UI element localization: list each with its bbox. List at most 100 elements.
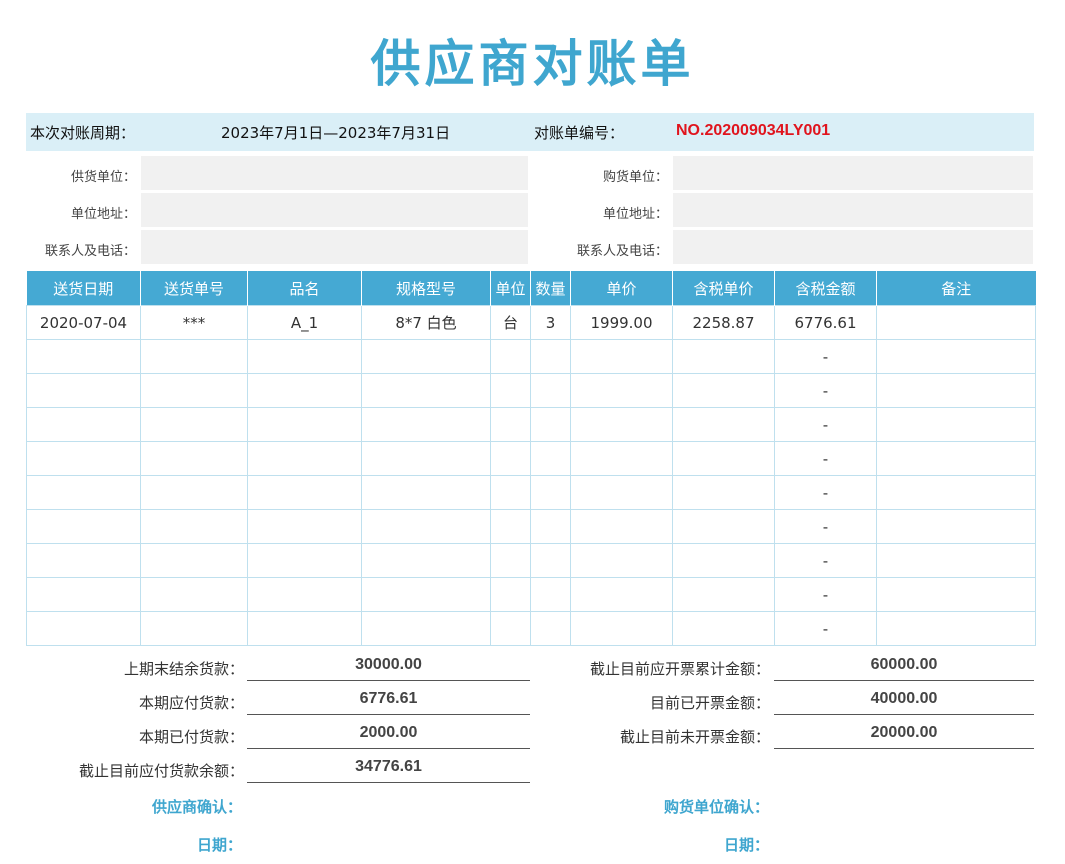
table-cell[interactable] [247,509,362,544]
buyer-address-field[interactable] [673,193,1033,227]
table-cell[interactable] [876,373,1036,408]
table-cell[interactable] [26,339,141,374]
table-cell[interactable] [876,441,1036,476]
table-cell[interactable] [247,611,362,646]
table-cell[interactable] [672,373,775,408]
table-cell[interactable] [361,611,491,646]
table-cell[interactable] [247,441,362,476]
table-cell[interactable]: - [774,373,877,408]
table-cell[interactable] [247,339,362,374]
table-cell[interactable] [26,577,141,612]
table-cell[interactable]: - [774,407,877,442]
table-cell[interactable] [530,407,571,442]
supplier-contact-field[interactable] [141,230,528,264]
table-cell[interactable] [672,441,775,476]
table-cell[interactable] [570,577,673,612]
table-cell[interactable] [570,611,673,646]
table-cell[interactable] [672,611,775,646]
table-cell[interactable]: A_1 [247,305,362,340]
table-cell[interactable] [876,611,1036,646]
table-cell[interactable] [876,543,1036,578]
buyer-unit-field[interactable] [673,156,1033,190]
table-cell[interactable] [361,543,491,578]
table-cell[interactable]: - [774,441,877,476]
table-cell[interactable]: 8*7 白色 [361,305,491,340]
table-cell[interactable] [672,509,775,544]
table-cell[interactable] [490,407,531,442]
table-cell[interactable]: 3 [530,305,571,340]
supplier-unit-field[interactable] [141,156,528,190]
invoice-total-value[interactable]: 60000.00 [774,648,1034,681]
table-cell[interactable] [876,305,1036,340]
table-cell[interactable]: 2020-07-04 [26,305,141,340]
table-cell[interactable] [26,611,141,646]
table-cell[interactable] [530,543,571,578]
table-cell[interactable] [26,509,141,544]
table-cell[interactable] [140,407,248,442]
table-cell[interactable] [530,339,571,374]
table-cell[interactable] [361,441,491,476]
table-cell[interactable]: - [774,611,877,646]
table-cell[interactable] [361,407,491,442]
uninvoiced-value[interactable]: 20000.00 [774,716,1034,749]
table-cell[interactable] [490,339,531,374]
table-cell[interactable] [490,441,531,476]
table-cell[interactable] [570,509,673,544]
table-cell[interactable] [530,577,571,612]
table-cell[interactable] [140,475,248,510]
table-cell[interactable]: - [774,543,877,578]
supplier-address-field[interactable] [141,193,528,227]
table-cell[interactable] [570,373,673,408]
table-cell[interactable] [140,373,248,408]
table-cell[interactable]: *** [140,305,248,340]
table-cell[interactable] [247,543,362,578]
table-cell[interactable] [570,475,673,510]
table-cell[interactable] [530,509,571,544]
table-cell[interactable] [490,373,531,408]
table-cell[interactable] [361,577,491,612]
table-cell[interactable] [140,441,248,476]
table-cell[interactable] [247,577,362,612]
table-cell[interactable] [140,509,248,544]
table-cell[interactable] [140,577,248,612]
table-cell[interactable] [570,543,673,578]
payable-value[interactable]: 6776.61 [247,682,530,715]
table-cell[interactable] [140,611,248,646]
table-cell[interactable] [361,509,491,544]
table-cell[interactable]: 1999.00 [570,305,673,340]
invoiced-value[interactable]: 40000.00 [774,682,1034,715]
buyer-contact-field[interactable] [673,230,1033,264]
table-cell[interactable] [672,543,775,578]
table-cell[interactable] [672,475,775,510]
table-cell[interactable]: 2258.87 [672,305,775,340]
table-cell[interactable] [26,543,141,578]
table-cell[interactable] [490,577,531,612]
table-cell[interactable] [361,475,491,510]
table-cell[interactable] [26,407,141,442]
table-cell[interactable] [530,373,571,408]
table-cell[interactable] [876,339,1036,374]
table-cell[interactable]: - [774,475,877,510]
table-cell[interactable] [570,407,673,442]
table-cell[interactable] [26,475,141,510]
period-value[interactable]: 2023年7月1日—2023年7月31日 [221,122,450,143]
table-cell[interactable] [876,407,1036,442]
table-cell[interactable] [361,339,491,374]
table-cell[interactable] [876,577,1036,612]
remaining-value[interactable]: 34776.61 [247,750,530,783]
table-cell[interactable] [530,441,571,476]
table-cell[interactable] [26,373,141,408]
table-cell[interactable]: 6776.61 [774,305,877,340]
table-cell[interactable] [570,441,673,476]
table-cell[interactable] [490,611,531,646]
prev-balance-value[interactable]: 30000.00 [247,648,530,681]
table-cell[interactable]: - [774,509,877,544]
table-cell[interactable] [490,543,531,578]
table-cell[interactable] [530,611,571,646]
table-cell[interactable] [140,543,248,578]
table-cell[interactable]: - [774,339,877,374]
paid-value[interactable]: 2000.00 [247,716,530,749]
table-cell[interactable] [247,373,362,408]
table-cell[interactable] [247,475,362,510]
table-cell[interactable] [26,441,141,476]
